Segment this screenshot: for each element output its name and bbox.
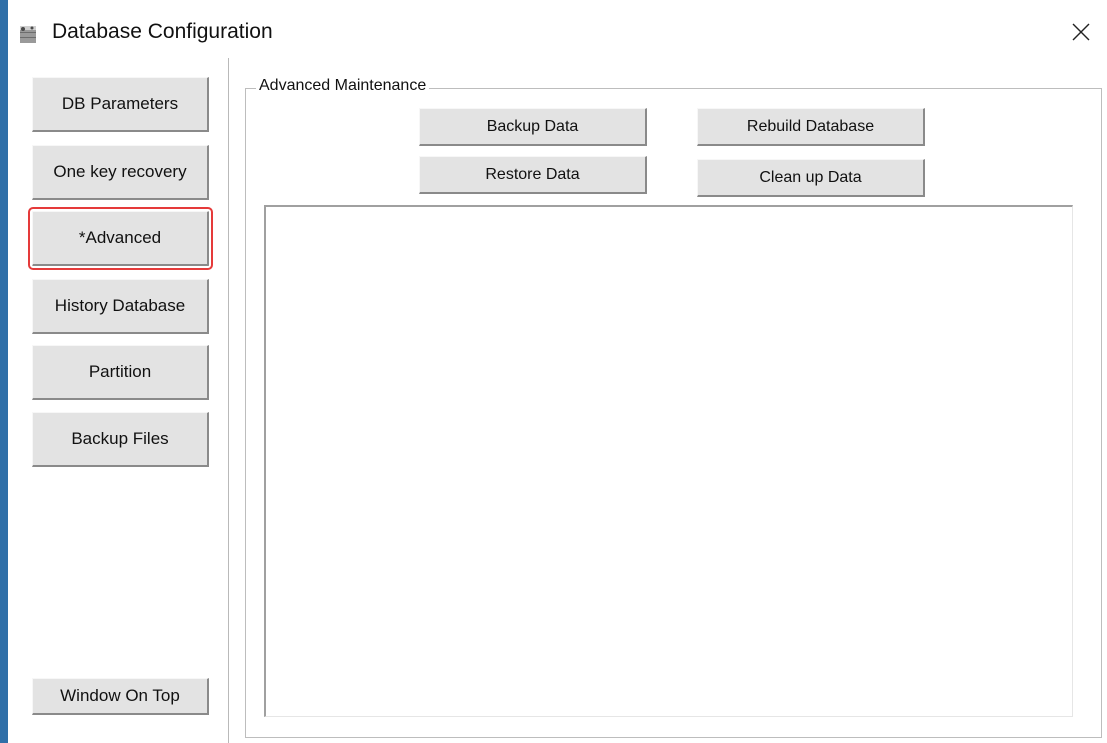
output-textarea[interactable]	[264, 205, 1073, 717]
backup-data-button[interactable]: Backup Data	[419, 108, 647, 146]
close-icon	[1071, 22, 1091, 47]
group-title: Advanced Maintenance	[256, 77, 430, 95]
database-icon	[17, 23, 39, 45]
rebuild-database-button[interactable]: Rebuild Database	[697, 108, 925, 146]
window-on-top-button[interactable]: Window On Top	[32, 678, 209, 715]
title-bar[interactable]: Database Configuration	[8, 0, 1107, 58]
sidebar-item-one-key-recovery[interactable]: One key recovery	[32, 145, 209, 200]
database-configuration-window: Database Configuration DB Parameters One…	[0, 0, 1107, 743]
window-left-edge	[0, 0, 8, 743]
sidebar-item-db-parameters[interactable]: DB Parameters	[32, 77, 209, 132]
window-title: Database Configuration	[52, 20, 273, 43]
sidebar-item-advanced[interactable]: *Advanced	[28, 207, 213, 270]
sidebar-item-partition[interactable]: Partition	[32, 345, 209, 400]
restore-data-button[interactable]: Restore Data	[419, 156, 647, 194]
close-button[interactable]	[1063, 16, 1099, 52]
sidebar-item-history-database[interactable]: History Database	[32, 279, 209, 334]
clean-up-data-button[interactable]: Clean up Data	[697, 159, 925, 197]
sidebar-item-backup-files[interactable]: Backup Files	[32, 412, 209, 467]
sidebar: DB Parameters One key recovery *Advanced…	[8, 58, 229, 743]
